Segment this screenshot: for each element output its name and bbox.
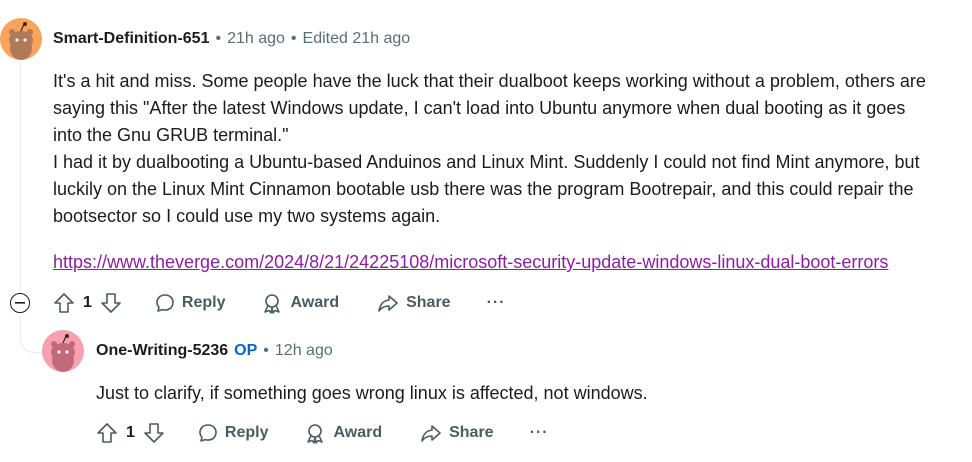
more-options-button[interactable]: ···: [487, 294, 506, 312]
minus-icon: [15, 302, 25, 304]
award-label: Award: [290, 294, 340, 311]
body-line: It's a hit and miss. Some people have th…: [53, 71, 926, 91]
comment-body: It's a hit and miss. Some people have th…: [53, 68, 968, 230]
upvote-button[interactable]: [53, 292, 75, 314]
share-label: Share: [406, 294, 451, 311]
comment-author[interactable]: One-Writing-5236: [96, 342, 228, 360]
share-icon: [378, 295, 398, 312]
reply-button[interactable]: Reply: [154, 292, 226, 314]
thread-line: [20, 62, 21, 302]
downvote-icon: [101, 293, 121, 313]
upvote-icon: [97, 423, 117, 443]
avatar[interactable]: [42, 330, 84, 372]
op-badge: OP: [234, 342, 258, 359]
upvote-button[interactable]: [96, 422, 118, 444]
comment-author[interactable]: Smart-Definition-651: [53, 30, 209, 48]
comment-bubble-icon: [156, 294, 174, 312]
body-line: I had it by dualbooting a Ubuntu-based A…: [53, 152, 920, 172]
collapse-button[interactable]: [10, 293, 30, 313]
comment-link[interactable]: https://www.theverge.com/2024/8/21/24225…: [53, 252, 888, 273]
reply-button[interactable]: Reply: [197, 422, 269, 444]
separator-dot: •: [263, 342, 269, 359]
downvote-button[interactable]: [143, 422, 165, 444]
snoo-avatar-icon: [9, 22, 33, 60]
more-options-button[interactable]: ···: [530, 424, 549, 442]
award-icon: [264, 294, 281, 314]
reply-label: Reply: [181, 294, 226, 311]
vote-count: 1: [126, 424, 135, 441]
downvote-icon: [144, 423, 164, 443]
share-icon: [421, 425, 441, 442]
award-label: Award: [333, 424, 383, 441]
comment-timestamp[interactable]: 12h ago: [275, 342, 333, 360]
edited-label: Edited 21h ago: [302, 30, 411, 47]
comment-bubble-icon: [199, 424, 217, 442]
comment-actions: 1 Reply Award Share ···: [53, 285, 506, 321]
body-line: bootsector so I could use my two systems…: [53, 206, 441, 226]
body-line: luckily on the Linux Mint Cinnamon boota…: [53, 179, 914, 199]
separator-dot: •: [290, 30, 297, 47]
comment-body: Just to clarify, if something goes wrong…: [96, 383, 648, 403]
comment-timestamp[interactable]: 21h ago: [227, 30, 285, 48]
thread-connector: [20, 316, 43, 353]
award-icon: [307, 424, 324, 444]
snoo-avatar-icon: [51, 334, 75, 372]
share-button[interactable]: Share: [377, 292, 451, 314]
vote-count: 1: [83, 294, 92, 311]
share-button[interactable]: Share: [420, 422, 494, 444]
body-line: saying this "After the latest Windows up…: [53, 98, 906, 118]
separator-dot: •: [215, 30, 222, 47]
award-button[interactable]: Award: [304, 422, 382, 444]
award-button[interactable]: Award: [261, 292, 339, 314]
share-label: Share: [449, 424, 494, 441]
reply-label: Reply: [224, 424, 269, 441]
upvote-icon: [54, 293, 74, 313]
body-line: into the Gnu GRUB terminal.": [53, 125, 289, 145]
downvote-button[interactable]: [100, 292, 122, 314]
avatar[interactable]: [0, 18, 42, 60]
comment-actions: 1 Reply Award Share ···: [96, 415, 549, 451]
